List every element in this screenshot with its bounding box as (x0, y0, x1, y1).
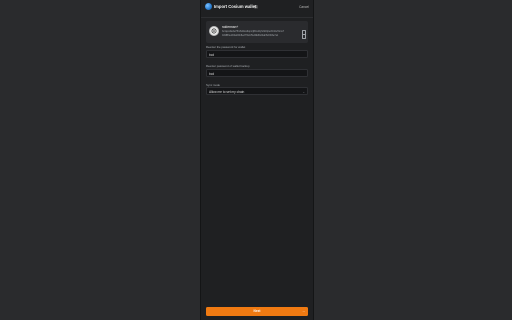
backup-password-input[interactable]: bcd (206, 69, 308, 77)
wallet-name: raiderman+ (222, 25, 239, 29)
gear-icon (211, 28, 217, 34)
backup-password-field-label: Reenter password of wallet backup (206, 64, 250, 68)
next-button-label: Next (253, 309, 261, 313)
cancel-button[interactable]: Cancel (299, 5, 309, 9)
wallet-card: raiderman+ bc1qcu0a4w7fhx6d2xw9qnxrj8lmd… (206, 21, 308, 43)
panel-header: Import Cosium wallet ⛓ Cancel (201, 0, 313, 18)
wallet-address-eth: 0x9fB3e1D4a6Cb8e2f7A0c51d9E6b24aF8c0D3e7… (222, 34, 279, 37)
copy-icon[interactable] (301, 34, 306, 39)
app-logo-icon (205, 3, 212, 10)
chevron-down-icon: ⌄ (302, 89, 305, 94)
link-icon: ⛓ (254, 5, 259, 9)
import-wallet-panel: Import Cosium wallet ⛓ Cancel raiderman+… (200, 0, 314, 320)
wallet-address-btc: bc1qcu0a4w7fhx6d2xw9qnxrj8lmd4yhx9z0pw3z… (222, 30, 285, 33)
sync-mode-select[interactable]: Allow me to set my chain ⌄ (206, 87, 308, 95)
wallet-password-input[interactable]: bcd (206, 50, 308, 58)
next-button[interactable]: Next → (206, 307, 308, 316)
sync-mode-value: Allow me to set my chain (209, 90, 245, 94)
page-title: Import Cosium wallet (214, 4, 257, 9)
password-field-label: Reenter the password for wallet (206, 45, 246, 49)
wallet-avatar-icon (209, 26, 219, 36)
arrow-right-icon: → (301, 309, 305, 313)
